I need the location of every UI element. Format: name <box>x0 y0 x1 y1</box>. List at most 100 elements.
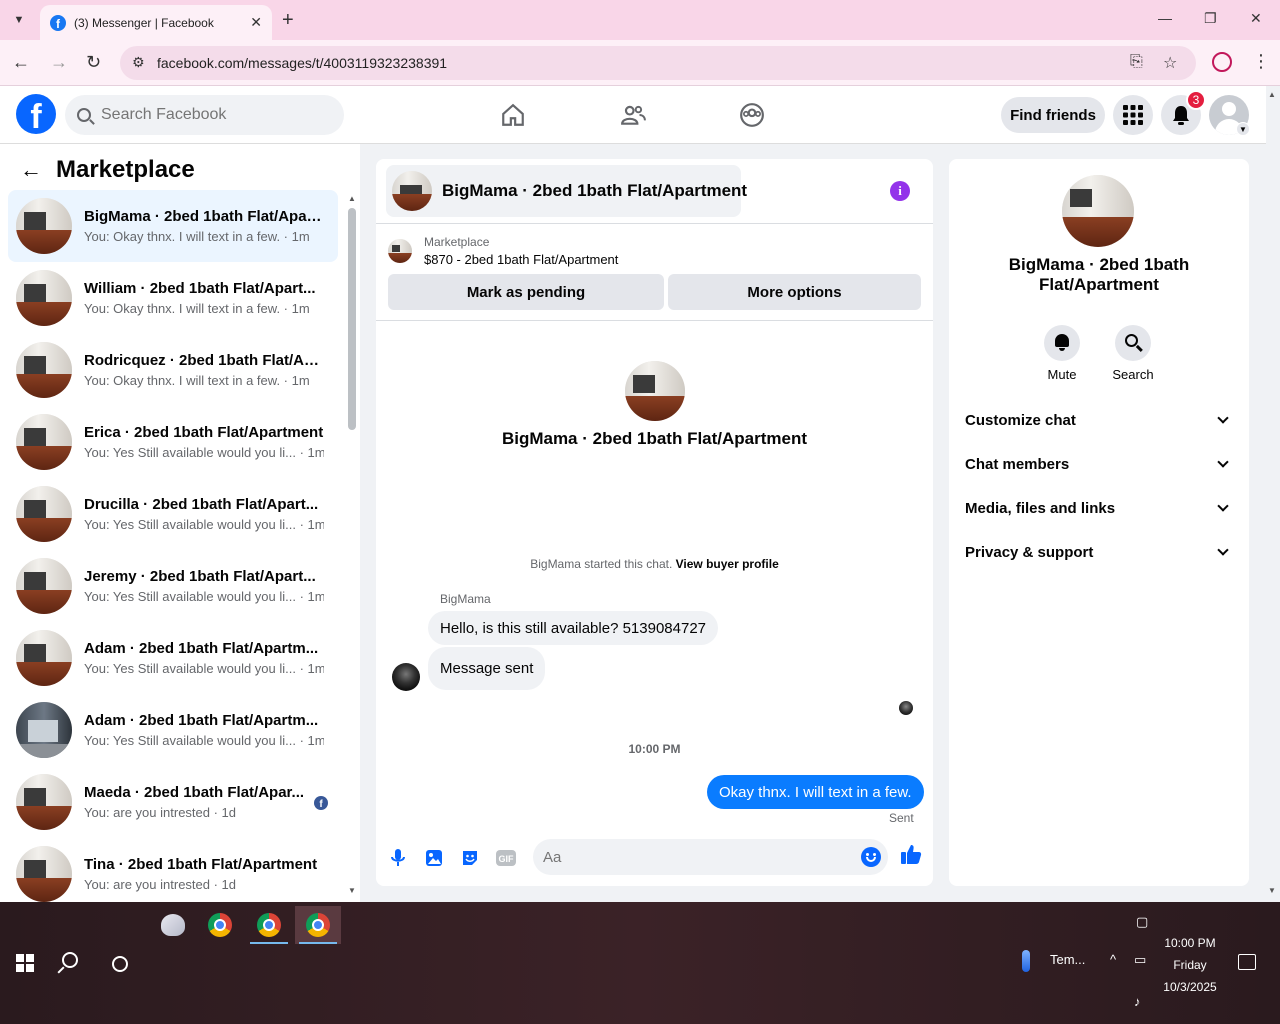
facebook-search[interactable] <box>65 95 344 135</box>
listing-title: $870 - 2bed 1bath Flat/Apartment <box>424 252 619 267</box>
bookmark-star-icon[interactable]: ☆ <box>1163 53 1177 73</box>
conversation-item[interactable]: Adam · 2bed 1bath Flat/Apartm... You: Yes… <box>8 694 338 766</box>
media-files-links-section[interactable]: Media, files and links <box>965 496 1235 520</box>
paint-icon <box>161 914 185 936</box>
scroll-down-icon[interactable]: ▼ <box>348 886 356 895</box>
conversation-item[interactable]: Maeda · 2bed 1bath Flat/Apar... You: are … <box>8 766 338 838</box>
taskbar-chrome-active-app[interactable] <box>295 906 341 944</box>
forward-arrow-icon[interactable]: → <box>50 52 68 73</box>
tray-chevron-up-icon[interactable]: ^ <box>1110 952 1116 967</box>
tab-close-icon[interactable]: ✕ <box>250 14 262 31</box>
chat-members-section[interactable]: Chat members <box>965 452 1235 476</box>
conversation-item[interactable]: Erica · 2bed 1bath Flat/Apartment You: Ye… <box>8 406 338 478</box>
site-settings-icon[interactable]: ⚙ <box>132 54 145 71</box>
mark-as-pending-button[interactable]: Mark as pending <box>388 274 664 310</box>
thumbs-up-icon[interactable] <box>900 843 922 871</box>
tablet-mode-icon[interactable]: ▢ <box>1136 914 1148 930</box>
reload-icon[interactable]: ↻ <box>86 52 101 73</box>
conversation-item[interactable]: BigMama · 2bed 1bath Flat/Apar... You: Ok… <box>8 190 338 262</box>
sent-status: Sent <box>889 811 914 825</box>
incoming-message[interactable]: Message sent <box>428 647 546 690</box>
emoji-icon[interactable] <box>861 847 881 867</box>
clock-time: 10:00 PM <box>1164 936 1216 950</box>
new-tab-icon[interactable]: + <box>282 9 294 32</box>
taskbar-search-icon[interactable] <box>62 952 78 968</box>
network-icon[interactable]: ▭ <box>1134 952 1146 968</box>
info-icon[interactable]: i <box>890 181 910 201</box>
url-text[interactable]: facebook.com/messages/t/4003119323238391 <box>157 55 447 71</box>
friends-icon[interactable] <box>620 102 646 128</box>
listing-thumbnail <box>392 171 432 211</box>
conversation-item[interactable]: William · 2bed 1bath Flat/Apart... You: O… <box>8 262 338 334</box>
more-options-button[interactable]: More options <box>668 274 921 310</box>
contact-avatar <box>1062 175 1134 247</box>
conversation-snippet: You: Yes Still available would you li...… <box>84 733 324 748</box>
browser-tab[interactable]: f (3) Messenger | Facebook ✕ <box>40 5 272 40</box>
photo-icon[interactable] <box>423 847 445 869</box>
install-app-icon[interactable]: ⎘ <box>1130 53 1143 71</box>
find-friends-button[interactable]: Find friends <box>1001 97 1105 133</box>
menu-grid-button[interactable] <box>1113 95 1153 135</box>
conversation-item[interactable]: Tina · 2bed 1bath Flat/Apartment You: are… <box>8 838 338 902</box>
restore-icon[interactable]: ❐ <box>1204 10 1217 27</box>
groups-icon[interactable] <box>739 102 765 128</box>
view-buyer-profile-link[interactable]: View buyer profile <box>676 557 779 571</box>
search-in-chat-button[interactable]: Search <box>1103 325 1163 382</box>
listing-thumbnail <box>16 630 72 686</box>
windows-start-icon[interactable] <box>16 954 34 972</box>
conversation-item[interactable]: Adam · 2bed 1bath Flat/Apartm... You: Yes… <box>8 622 338 694</box>
weather-thermometer-icon[interactable] <box>1022 950 1030 972</box>
weather-text[interactable]: Tem... <box>1050 952 1085 967</box>
privacy-support-section[interactable]: Privacy & support <box>965 540 1235 564</box>
taskbar-paint-app[interactable] <box>150 906 196 944</box>
browser-profile-icon[interactable] <box>1212 52 1232 72</box>
facebook-logo-icon[interactable]: f <box>16 94 56 134</box>
scroll-up-icon[interactable]: ▲ <box>1268 90 1276 99</box>
home-icon[interactable] <box>500 102 526 128</box>
account-chevron-down-icon[interactable]: ▼ <box>1236 122 1250 136</box>
search-input[interactable] <box>101 106 321 124</box>
browser-toolbar: ← → ↻ ⚙ facebook.com/messages/t/40031193… <box>0 40 1280 86</box>
action-center-icon[interactable] <box>1238 954 1256 970</box>
outgoing-message[interactable]: Okay thnx. I will text in a few. <box>707 775 924 809</box>
conversation-item[interactable]: Jeremy · 2bed 1bath Flat/Apart... You: Ye… <box>8 550 338 622</box>
chevron-down-icon <box>1217 544 1229 556</box>
conversation-name: William · 2bed 1bath Flat/Apart... <box>84 280 316 297</box>
incoming-message[interactable]: Hello, is this still available? 51390847… <box>428 611 719 645</box>
minimize-icon[interactable]: — <box>1158 10 1172 26</box>
window-close-icon[interactable]: ✕ <box>1250 10 1262 27</box>
scrollbar-thumb[interactable] <box>348 208 356 430</box>
scroll-up-icon[interactable]: ▲ <box>348 194 356 203</box>
taskbar-chrome-profile-app[interactable] <box>246 906 292 944</box>
tab-search-chevron-icon[interactable]: ▼ <box>6 8 32 32</box>
scroll-down-icon[interactable]: ▼ <box>1268 886 1276 895</box>
browser-menu-icon[interactable]: ⋮ <box>1252 51 1270 72</box>
listing-summary[interactable]: Marketplace $870 - 2bed 1bath Flat/Apart… <box>388 235 618 267</box>
taskbar-chrome-app[interactable] <box>197 906 243 944</box>
mute-button[interactable]: Mute <box>1032 325 1092 382</box>
back-arrow-icon[interactable]: ← <box>20 157 48 183</box>
taskbar-clock[interactable]: 10:00 PM Friday 10/3/2025 <box>1158 932 1222 998</box>
chat-header[interactable]: BigMama · 2bed 1bath Flat/Apartment <box>386 165 747 217</box>
back-arrow-icon[interactable]: ← <box>12 52 30 73</box>
sender-avatar[interactable] <box>392 663 420 691</box>
marketplace-chat-list: ← Marketplace BigMama · 2bed 1bath Flat/… <box>0 144 360 902</box>
marketplace-label: Marketplace <box>424 235 490 249</box>
conversation-list-scrollbar[interactable]: ▲ ▼ <box>346 194 356 902</box>
volume-icon[interactable]: ♪ <box>1134 994 1141 1009</box>
conversation-item[interactable]: Drucilla · 2bed 1bath Flat/Apart... You: … <box>8 478 338 550</box>
sticker-icon[interactable] <box>459 847 481 869</box>
conversation-item[interactable]: Rodricquez · 2bed 1bath Flat/Ap... You: O… <box>8 334 338 406</box>
listing-thumbnail <box>16 486 72 542</box>
conversation-snippet: You: Yes Still available would you li...… <box>84 445 324 460</box>
gif-icon[interactable]: GIF <box>495 847 517 869</box>
microphone-icon[interactable] <box>387 847 409 869</box>
page-scrollbar[interactable]: ▲ ▼ <box>1266 86 1280 902</box>
customize-chat-section[interactable]: Customize chat <box>965 408 1235 432</box>
cortana-icon[interactable] <box>112 956 128 972</box>
listing-thumbnail <box>16 414 72 470</box>
chrome-icon <box>257 913 281 937</box>
address-bar[interactable]: ⚙ facebook.com/messages/t/40031193232383… <box>120 46 1196 80</box>
facebook-badge-icon: f <box>314 796 328 810</box>
message-input[interactable] <box>533 839 888 875</box>
